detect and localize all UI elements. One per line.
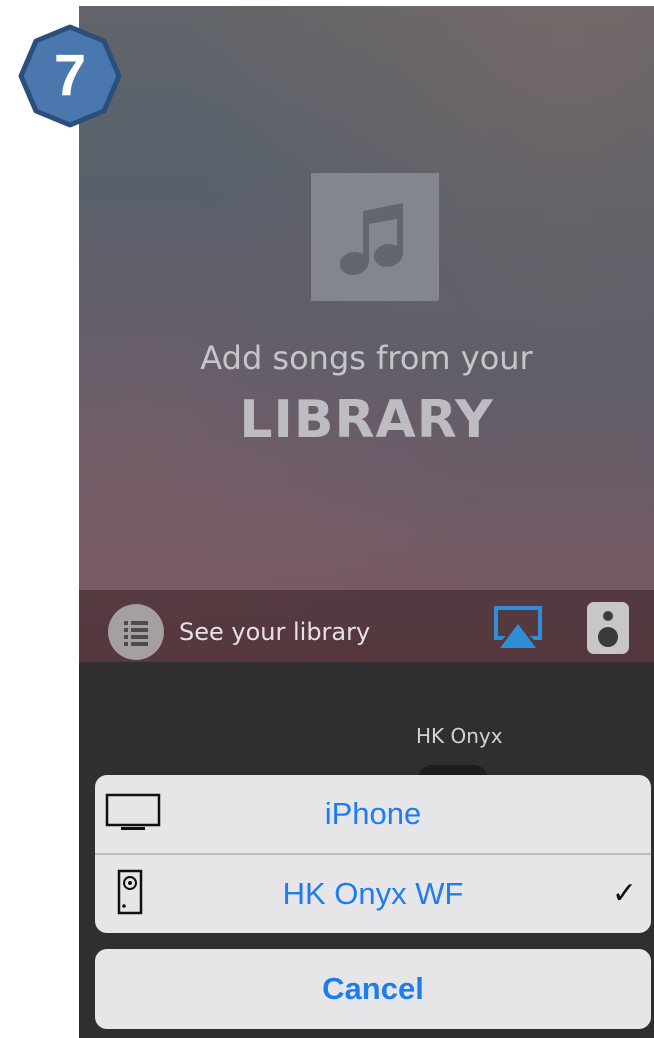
step-badge: 7 [18, 24, 122, 128]
music-note-icon [311, 173, 439, 301]
checkmark-icon: ✓ [611, 876, 637, 911]
empty-library-title: LIBRARY [239, 390, 494, 450]
airplay-icon[interactable] [490, 602, 546, 652]
airplay-device-list: iPhone HK Onyx WF ✓ [95, 775, 651, 933]
step-number: 7 [53, 43, 87, 108]
background-blur [79, 6, 654, 666]
see-library-button[interactable]: See your library [179, 612, 370, 652]
device-option-label: iPhone [324, 796, 422, 831]
empty-library-subtitle: Add songs from your [200, 339, 533, 377]
device-name: HK Onyx [416, 724, 503, 748]
device-option-iphone[interactable]: iPhone [95, 775, 651, 853]
device-option-label: HK Onyx WF [282, 876, 464, 911]
device-option-hk-onyx-wf[interactable]: HK Onyx WF ✓ [95, 855, 651, 933]
speaker-icon[interactable] [585, 601, 631, 655]
list-icon[interactable] [108, 604, 164, 660]
cancel-button[interactable]: Cancel [95, 949, 651, 1029]
